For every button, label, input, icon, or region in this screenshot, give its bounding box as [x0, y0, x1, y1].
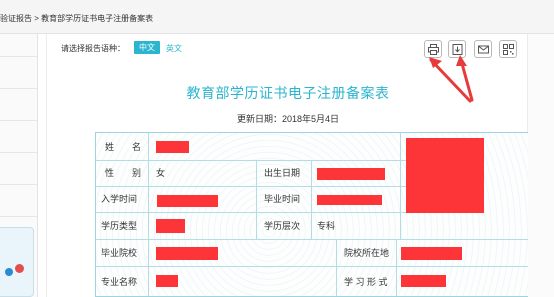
- column-divider: [396, 239, 397, 296]
- sidebar-divider: [0, 152, 38, 153]
- sidebar-promo-card[interactable]: [0, 227, 34, 297]
- language-label: 请选择报告语种：: [61, 44, 125, 53]
- language-english-link[interactable]: 英文: [166, 43, 182, 54]
- edu-level-label: 学历层次: [264, 221, 301, 231]
- row-divider: [96, 239, 528, 240]
- edu-level-value: 专科: [317, 221, 336, 231]
- column-divider: [256, 160, 257, 239]
- sidebar-divider: [0, 216, 38, 217]
- card-graphic: [5, 268, 13, 276]
- column-divider: [336, 239, 337, 296]
- row-divider: [96, 266, 528, 267]
- column-divider: [148, 133, 149, 296]
- breadcrumb: 验证报告 > 教育部学历证书电子注册备案表: [0, 14, 154, 23]
- qrcode-button[interactable]: [499, 40, 517, 58]
- registration-table: 姓 名 性 别 女 出生日期 入学时间 毕业时间 学历类型 学历层次 专科 毕业…: [95, 132, 529, 297]
- redacted-photo: [406, 138, 484, 213]
- name-label: 姓 名: [105, 142, 142, 152]
- gender-value: 女: [156, 168, 166, 178]
- school-label: 毕业院校: [101, 248, 138, 258]
- redacted-name: [156, 141, 189, 153]
- redacted-edu-type: [156, 219, 185, 233]
- qrcode-icon: [503, 44, 514, 55]
- report-panel: 请选择报告语种： 中文 英文 教育部学历证书电子注册备案表 更新日期：2018年…: [46, 34, 529, 297]
- download-button[interactable]: [448, 40, 466, 58]
- row-divider: [96, 160, 406, 161]
- mail-icon: [478, 45, 489, 54]
- school-location-label: 院校所在地: [344, 248, 390, 258]
- enroll-label: 入学时间: [101, 194, 138, 204]
- graduate-label: 毕业时间: [264, 194, 301, 204]
- redacted-study-form: [401, 275, 446, 287]
- redacted-birthdate: [317, 168, 385, 180]
- printer-icon: [428, 44, 439, 55]
- row-divider: [96, 186, 406, 187]
- sidebar-divider: [0, 120, 38, 121]
- row-divider: [96, 212, 406, 213]
- print-button[interactable]: [424, 40, 442, 58]
- top-bar: 验证报告 > 教育部学历证书电子注册备案表: [0, 0, 554, 34]
- email-button[interactable]: [474, 40, 492, 58]
- column-divider: [311, 160, 312, 239]
- language-chinese-button[interactable]: 中文: [134, 41, 160, 54]
- report-title: 教育部学历证书电子注册备案表: [186, 85, 390, 101]
- edu-type-label: 学历类型: [101, 221, 138, 231]
- study-form-label: 学 习 形 式: [344, 277, 388, 287]
- redacted-graduate-date: [317, 195, 382, 205]
- major-label: 专业名称: [101, 277, 138, 287]
- redacted-school-location: [401, 247, 462, 260]
- birth-label: 出生日期: [264, 168, 301, 178]
- sidebar-divider: [0, 56, 38, 57]
- sidebar-divider: [0, 88, 38, 89]
- redacted-school: [156, 247, 218, 260]
- gender-label: 性 别: [105, 168, 142, 178]
- column-divider: [400, 133, 401, 239]
- download-icon: [452, 44, 463, 55]
- update-date: 更新日期：2018年5月4日: [236, 114, 340, 124]
- sidebar-divider: [0, 184, 38, 185]
- right-margin: [528, 34, 554, 297]
- redacted-enroll-date: [157, 195, 218, 207]
- redacted-major: [156, 275, 178, 287]
- card-graphic: [15, 264, 24, 273]
